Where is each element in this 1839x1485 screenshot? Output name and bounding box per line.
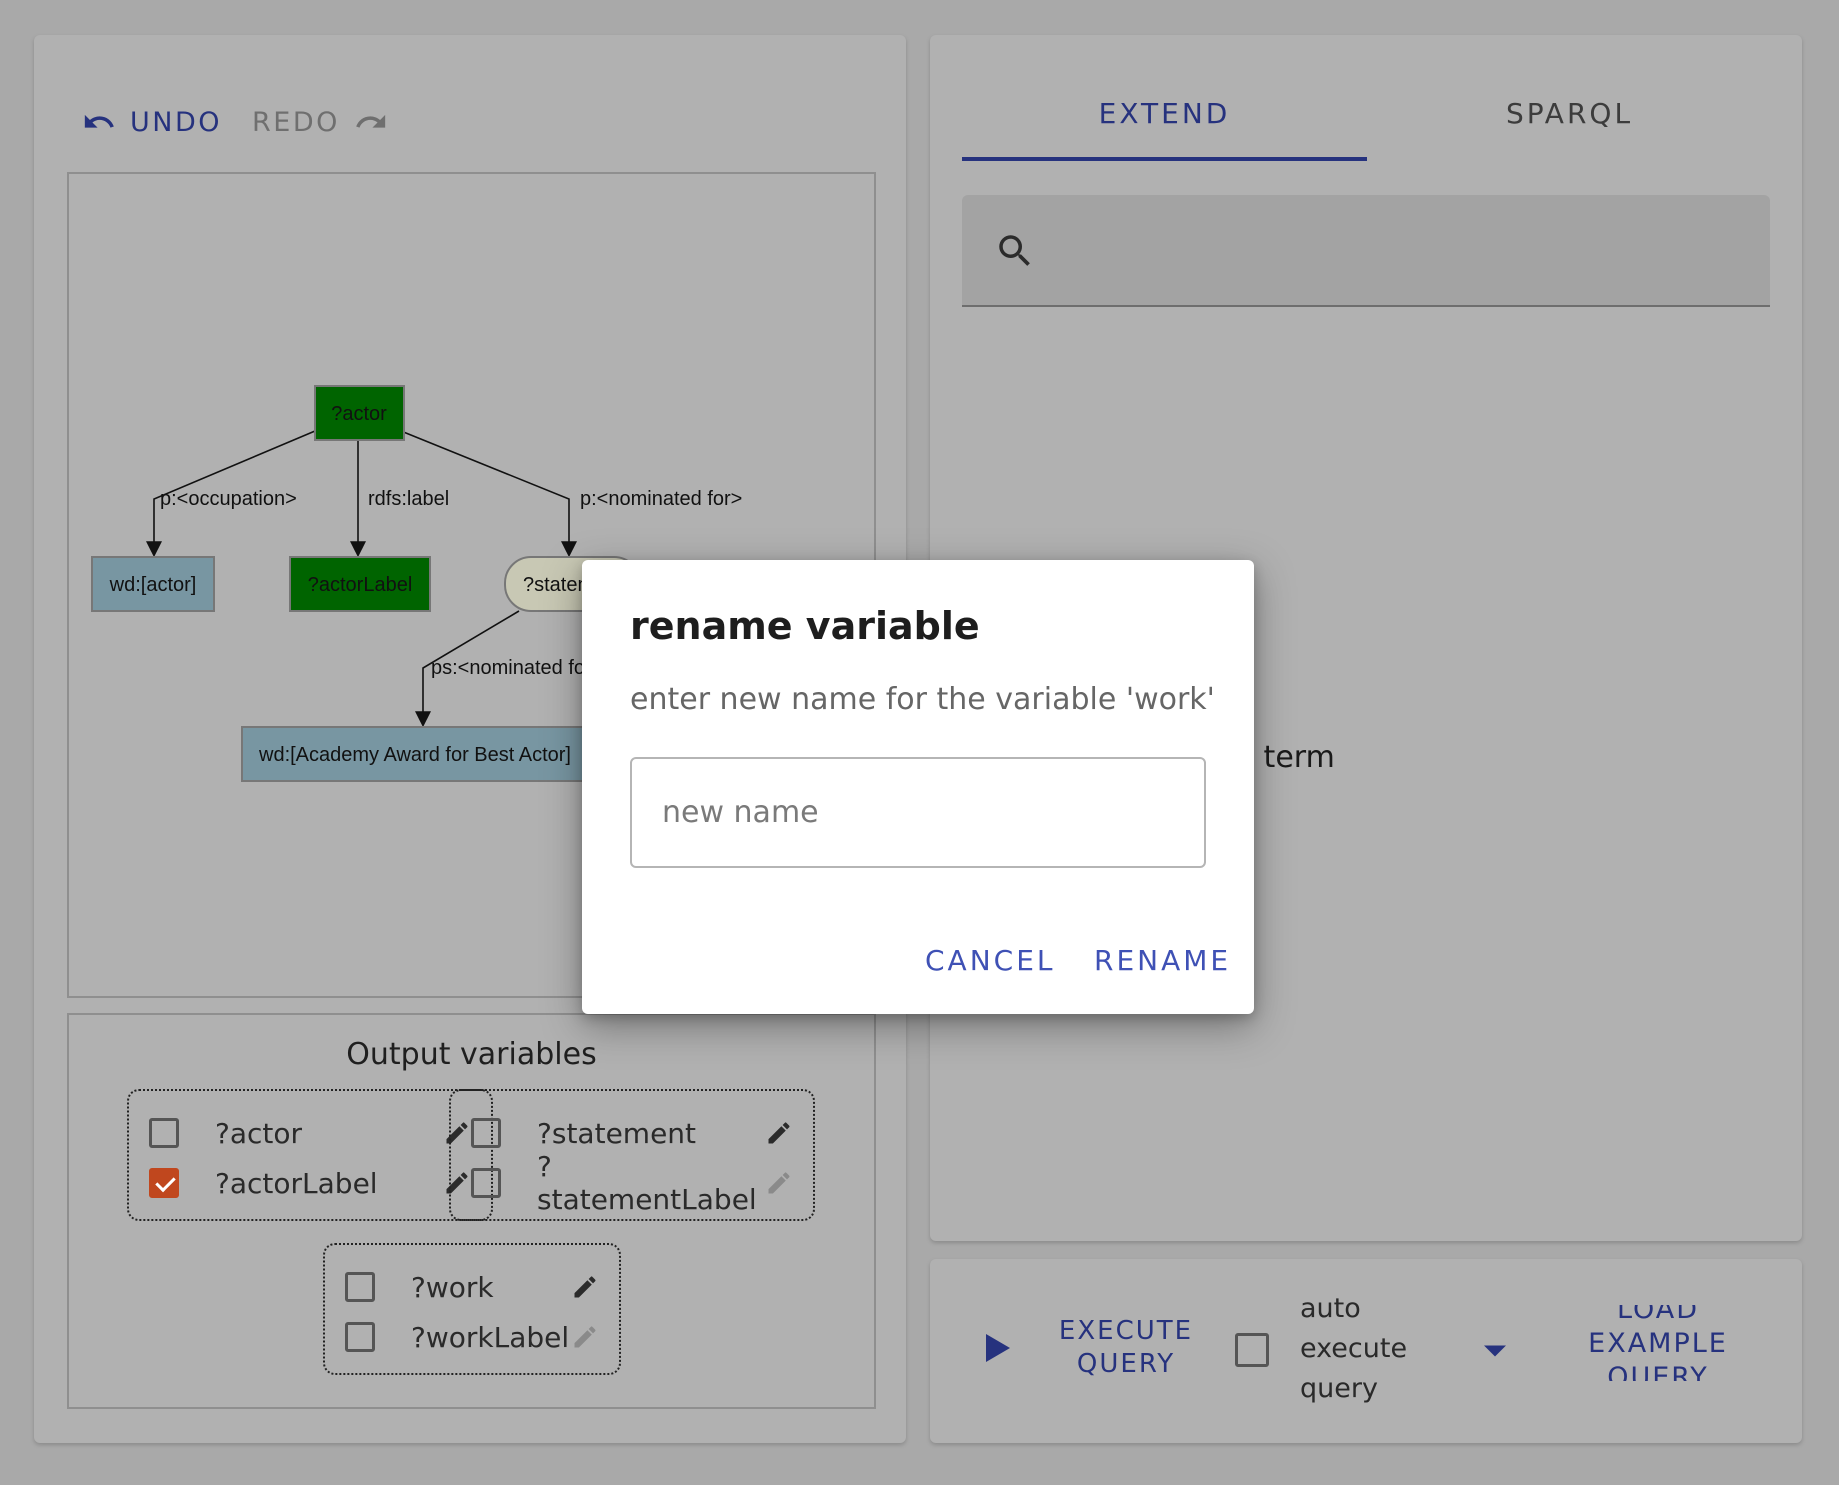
pencil-icon-disabled [574, 1326, 596, 1348]
node-actor[interactable]: ?actor [314, 385, 405, 441]
execute-query-button[interactable]: EXECUTE QUERY [986, 1315, 1196, 1381]
variable-row: ?actor [149, 1113, 471, 1153]
undo-button[interactable]: UNDO [82, 105, 222, 139]
dialog-title: rename variable [630, 604, 980, 648]
auto-execute-label: auto execute query [1300, 1293, 1408, 1404]
redo-icon [356, 114, 386, 128]
edge-label-nominated-for: p:<nominated for> [580, 488, 742, 510]
new-name-input[interactable] [630, 757, 1206, 868]
load-example-query-label: LOAD EXAMPLE QUERY [1588, 1305, 1728, 1381]
variable-group-work: ?work ?workLabel [323, 1243, 621, 1375]
output-variables-title: Output variables [346, 1037, 597, 1072]
variable-checkbox[interactable] [471, 1168, 501, 1198]
query-actions-bar: EXECUTE QUERY auto execute query LOAD EX… [930, 1259, 1802, 1443]
variable-name: ?statementLabel [537, 1150, 757, 1216]
output-variables-panel: Output variables ?actor ?actorLabel ?sta… [67, 1013, 876, 1409]
execute-query-label: EXECUTE QUERY [1058, 1316, 1194, 1379]
tab-extend[interactable]: EXTEND [962, 97, 1367, 130]
undo-label: UNDO [130, 106, 223, 138]
variable-checkbox[interactable] [345, 1322, 375, 1352]
search-input[interactable] [1058, 215, 1742, 287]
variable-name: ?actor [215, 1116, 303, 1150]
node-wd-actor[interactable]: wd:[actor] [91, 556, 215, 612]
search-icon [999, 235, 1030, 266]
variable-group-statement: ?statement ?statementLabel [449, 1089, 815, 1221]
node-award-label: wd:[Academy Award for Best Actor] [258, 744, 571, 766]
variable-checkbox-checked[interactable] [149, 1168, 179, 1198]
node-wd-actor-label: wd:[actor] [109, 574, 197, 596]
redo-button[interactable]: REDO [252, 105, 388, 139]
edge-label-occupation: p:<occupation> [160, 488, 297, 510]
variable-row: ?statement [471, 1113, 793, 1153]
variable-name: ?statement [537, 1116, 697, 1150]
undo-icon [84, 114, 114, 128]
play-icon [986, 1334, 1010, 1362]
variable-row: ?statementLabel [471, 1150, 793, 1216]
variable-name: ?workLabel [411, 1320, 570, 1354]
edge-label-rdfs-label: rdfs:label [368, 488, 449, 510]
redo-label: REDO [252, 106, 340, 138]
pencil-icon[interactable] [765, 1119, 793, 1147]
tab-sparql[interactable]: SPARQL [1367, 97, 1772, 130]
edge-label-ps-nominated-for: ps:<nominated for> [431, 657, 603, 679]
variable-row: ?workLabel [345, 1317, 599, 1357]
variable-checkbox[interactable] [345, 1272, 375, 1302]
node-award[interactable]: wd:[Academy Award for Best Actor] [241, 726, 603, 782]
pencil-icon[interactable] [571, 1273, 599, 1301]
variable-name: ?actorLabel [215, 1166, 378, 1200]
variable-name: ?work [411, 1270, 494, 1304]
rename-variable-dialog: rename variable enter new name for the v… [582, 560, 1254, 1014]
node-actor-label: ?actor [331, 403, 387, 425]
variable-group-actor: ?actor ?actorLabel [127, 1089, 493, 1221]
variable-checkbox[interactable] [471, 1118, 501, 1148]
auto-execute-checkbox[interactable] [1235, 1333, 1269, 1367]
rename-button[interactable]: RENAME [1094, 944, 1231, 977]
variable-checkbox[interactable] [149, 1118, 179, 1148]
pencil-icon-disabled [768, 1172, 790, 1194]
node-actor-label-text: ?actorLabel [308, 574, 413, 596]
variable-row: ?actorLabel [149, 1163, 471, 1203]
active-tab-indicator [962, 157, 1367, 161]
cancel-button[interactable]: CANCEL [925, 944, 1056, 977]
dropdown-arrow-icon[interactable] [1484, 1344, 1506, 1358]
load-example-query-button[interactable]: LOAD EXAMPLE QUERY [1558, 1305, 1758, 1381]
search-field[interactable] [962, 195, 1770, 307]
variable-row: ?work [345, 1267, 599, 1307]
node-actor-label[interactable]: ?actorLabel [289, 556, 431, 612]
dialog-description: enter new name for the variable 'work' [630, 682, 1215, 717]
